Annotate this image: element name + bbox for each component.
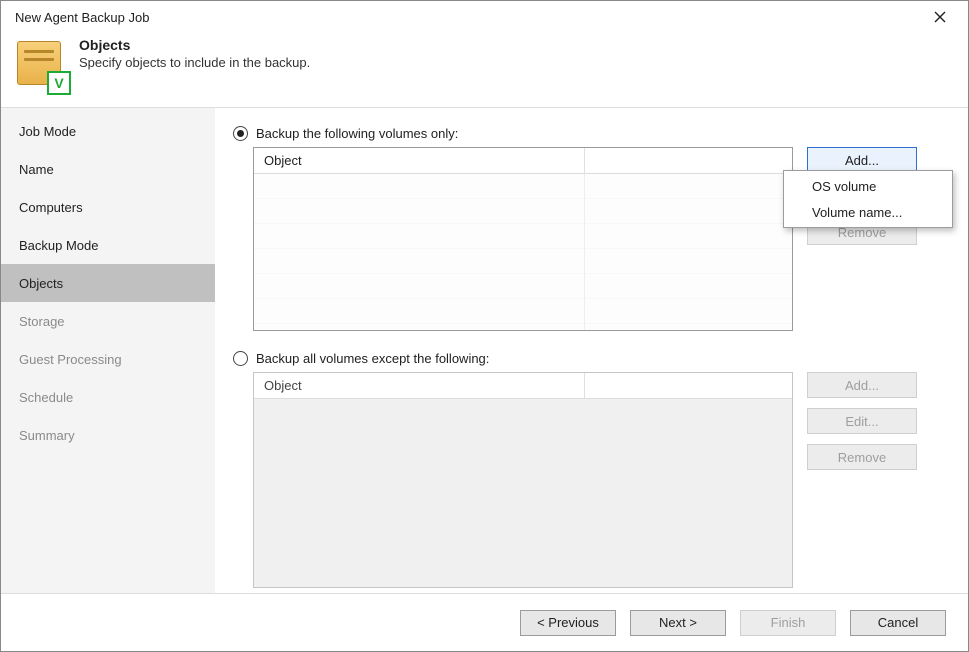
page-title: Objects <box>79 37 310 53</box>
include-list-header: Object <box>254 148 792 174</box>
wizard-steps: Job Mode Name Computers Backup Mode Obje… <box>1 107 215 593</box>
wizard-footer: < Previous Next > Finish Cancel <box>1 593 968 651</box>
exclude-list-rows <box>254 399 792 587</box>
step-job-mode[interactable]: Job Mode <box>1 112 215 150</box>
include-radio-row[interactable]: Backup the following volumes only: <box>233 126 948 141</box>
exclude-edit-button: Edit... <box>807 408 917 434</box>
step-backup-mode[interactable]: Backup Mode <box>1 226 215 264</box>
close-icon <box>934 11 946 23</box>
step-computers[interactable]: Computers <box>1 188 215 226</box>
next-button[interactable]: Next > <box>630 610 726 636</box>
include-label: Backup the following volumes only: <box>256 126 458 141</box>
exclude-label: Backup all volumes except the following: <box>256 351 489 366</box>
step-objects[interactable]: Objects <box>1 264 215 302</box>
step-guest-processing[interactable]: Guest Processing <box>1 340 215 378</box>
close-button[interactable] <box>920 3 960 31</box>
step-schedule[interactable]: Schedule <box>1 378 215 416</box>
menu-volume-name[interactable]: Volume name... <box>784 199 952 225</box>
step-summary[interactable]: Summary <box>1 416 215 454</box>
page-subtitle: Specify objects to include in the backup… <box>79 55 310 70</box>
window-title: New Agent Backup Job <box>15 10 920 25</box>
previous-button[interactable]: < Previous <box>520 610 616 636</box>
include-listbox[interactable]: Object <box>253 147 793 331</box>
objects-icon: V <box>17 41 65 89</box>
finish-button: Finish <box>740 610 836 636</box>
exclude-add-button: Add... <box>807 372 917 398</box>
menu-os-volume[interactable]: OS volume <box>784 173 952 199</box>
wizard-dialog: New Agent Backup Job V Objects Specify o… <box>0 0 969 652</box>
wizard-content: Backup the following volumes only: Objec… <box>215 107 968 593</box>
radio-icon <box>233 126 248 141</box>
radio-icon <box>233 351 248 366</box>
exclude-list-header: Object <box>254 373 792 399</box>
add-menu: OS volume Volume name... <box>783 170 953 228</box>
exclude-button-column: Add... Edit... Remove <box>807 372 917 470</box>
step-name[interactable]: Name <box>1 150 215 188</box>
wizard-header: V Objects Specify objects to include in … <box>1 33 968 107</box>
v-badge-icon: V <box>47 71 71 95</box>
exclude-radio-row[interactable]: Backup all volumes except the following: <box>233 351 948 366</box>
cancel-button[interactable]: Cancel <box>850 610 946 636</box>
titlebar: New Agent Backup Job <box>1 1 968 33</box>
exclude-remove-button: Remove <box>807 444 917 470</box>
step-storage[interactable]: Storage <box>1 302 215 340</box>
include-list-rows <box>254 174 792 330</box>
exclude-listbox: Object <box>253 372 793 588</box>
